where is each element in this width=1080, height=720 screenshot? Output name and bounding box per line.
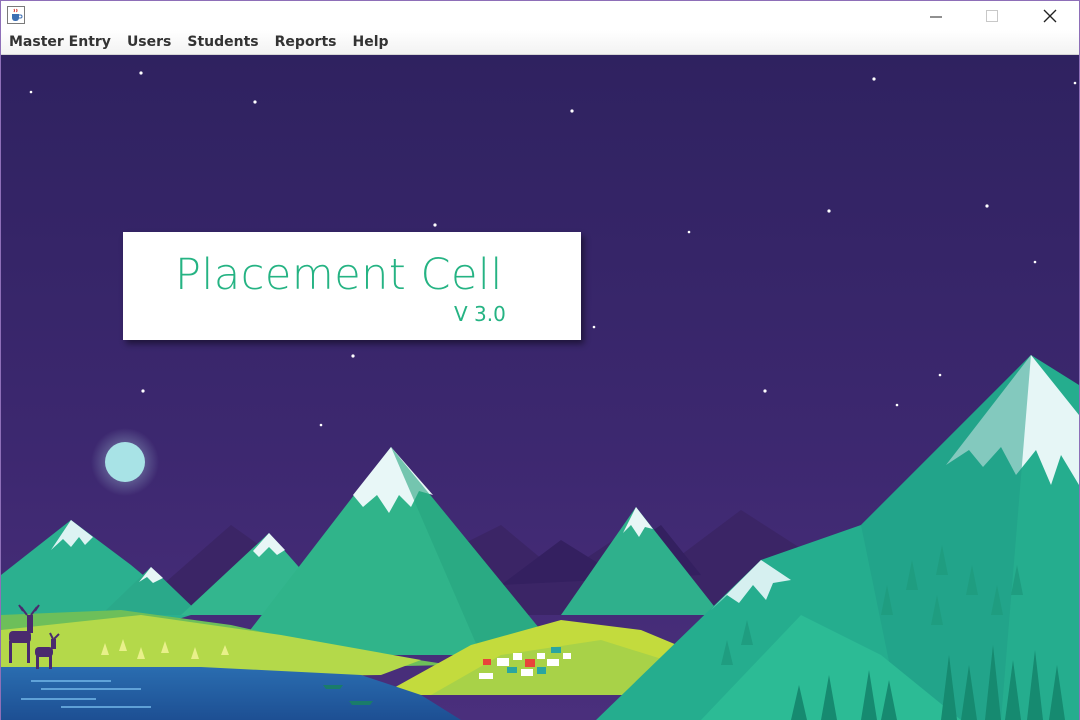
menu-reports[interactable]: Reports: [267, 30, 345, 54]
maximize-button[interactable]: [963, 1, 1021, 30]
app-version: V 3.0: [454, 302, 506, 326]
minimize-button[interactable]: [907, 1, 965, 30]
maximize-icon: [986, 9, 998, 22]
splash-card: Placement Cell V 3.0: [123, 232, 581, 340]
title-bar[interactable]: [1, 1, 1079, 30]
java-cup-icon: [7, 6, 25, 24]
menu-students[interactable]: Students: [179, 30, 266, 54]
close-icon: [1043, 9, 1057, 22]
desktop-content: Placement Cell V 3.0: [1, 55, 1079, 720]
mountain-landscape-background: [1, 55, 1079, 720]
app-title: Placement Cell: [175, 250, 503, 300]
close-button[interactable]: [1021, 1, 1079, 30]
application-window: Master Entry Users Students Reports Help: [0, 0, 1080, 720]
menu-users[interactable]: Users: [119, 30, 179, 54]
menu-help[interactable]: Help: [345, 30, 397, 54]
menu-bar: Master Entry Users Students Reports Help: [1, 30, 1079, 55]
menu-master-entry[interactable]: Master Entry: [1, 30, 119, 54]
minimize-icon: [930, 16, 942, 17]
